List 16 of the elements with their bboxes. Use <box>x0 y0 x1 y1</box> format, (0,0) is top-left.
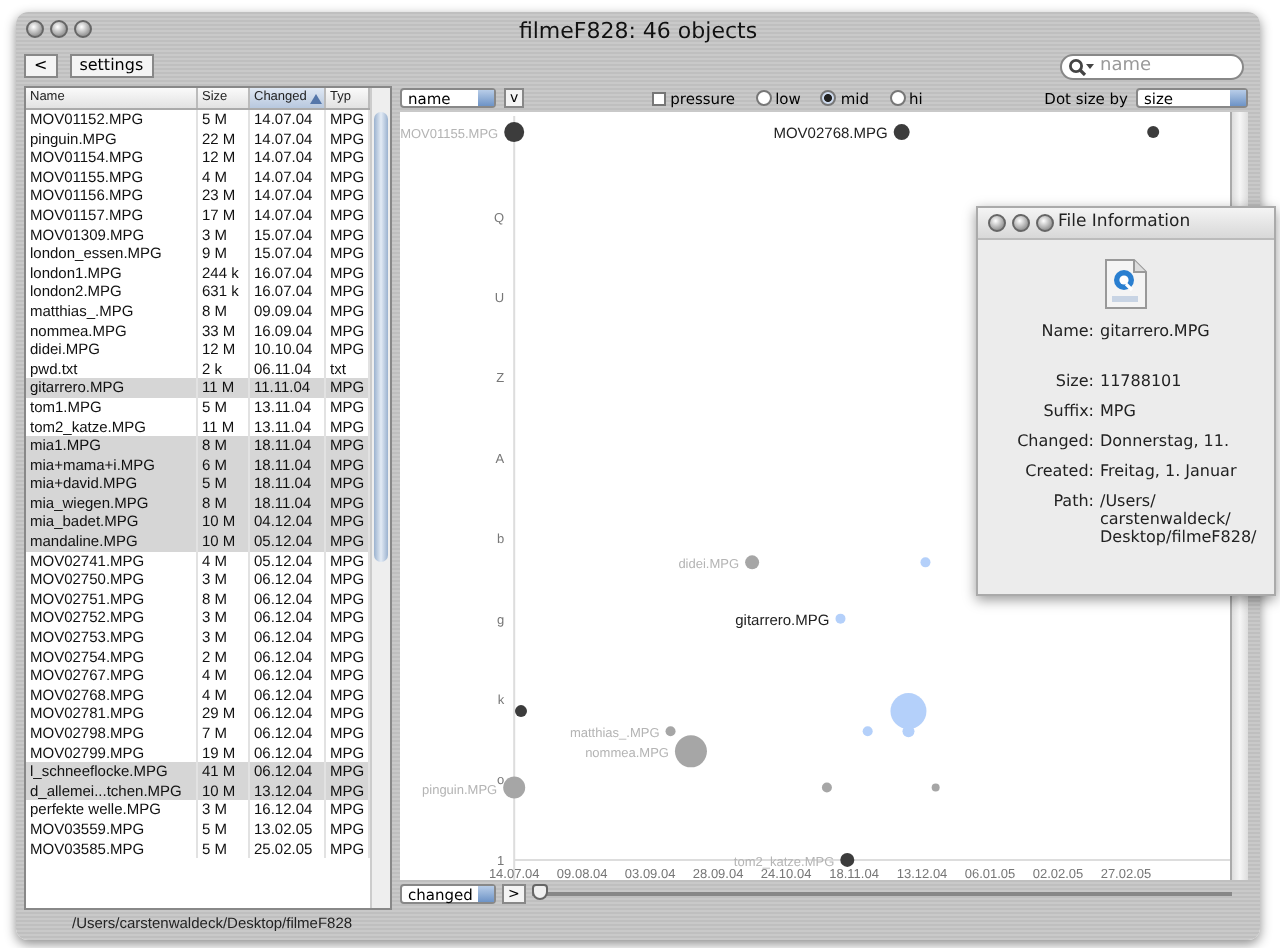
field-value: Freitag, 1. Januar <box>1100 462 1239 480</box>
field-label: Path: <box>1051 492 1094 514</box>
field-label: Name: <box>1039 322 1094 340</box>
field-label: Size: <box>1053 372 1094 390</box>
field-value: Donnerstag, 11. <box>1100 432 1231 450</box>
field-value: carstenwaldeck/ <box>1100 510 1233 528</box>
window-title: filmeF828: 46 objects <box>518 17 758 43</box>
field-label: Suffix: <box>1041 402 1094 420</box>
field-value: MPG <box>1100 402 1138 420</box>
field-value: Desktop/filmeF828/ <box>1100 528 1259 546</box>
panel-title: File Information <box>1058 212 1191 232</box>
field-value: 11788101 <box>1100 372 1184 390</box>
field-label: Changed: <box>1015 432 1094 450</box>
field-label: Created: <box>1023 462 1094 480</box>
field-value: /Users/ <box>1100 492 1158 510</box>
field-value: gitarrero.MPG <box>1100 322 1212 340</box>
